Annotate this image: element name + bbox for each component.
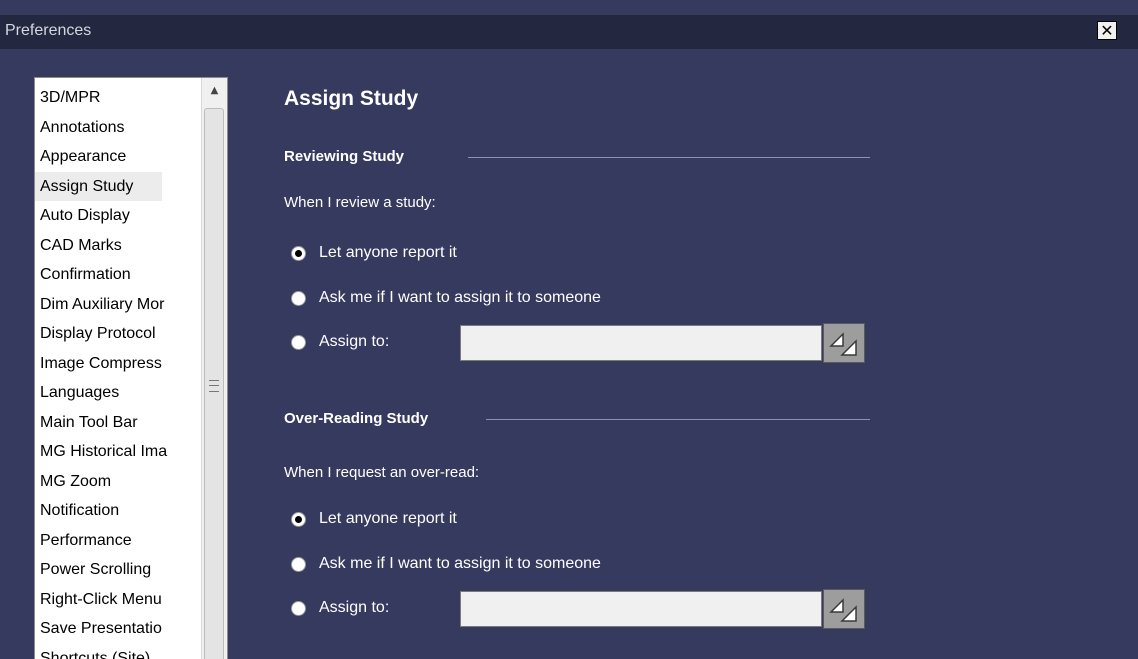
overreading-assign-input[interactable] <box>460 591 822 627</box>
category-item[interactable]: Image Compress <box>35 349 201 379</box>
section-divider <box>468 157 870 158</box>
radio-button[interactable] <box>291 246 306 261</box>
category-scrollbar[interactable]: ▲ <box>201 78 227 659</box>
category-item[interactable]: CAD Marks <box>35 231 201 261</box>
scroll-up-icon[interactable]: ▲ <box>202 78 227 104</box>
category-item[interactable]: Main Tool Bar <box>35 408 201 438</box>
category-item[interactable]: MG Historical Ima <box>35 437 201 467</box>
title-bar: Preferences ✕ <box>0 15 1138 49</box>
scroll-thumb[interactable] <box>204 108 224 659</box>
category-item[interactable]: Save Presentatio <box>35 614 201 644</box>
category-item[interactable]: Notification <box>35 496 201 526</box>
category-item[interactable]: Auto Display <box>35 201 201 231</box>
category-items: 3D/MPR Annotations Appearance Assign Study A… <box>35 83 201 659</box>
overreading-user-picker-button[interactable] <box>823 589 865 629</box>
category-item[interactable]: Performance <box>35 526 201 556</box>
page-title: Assign Study <box>284 87 419 110</box>
radio-button[interactable] <box>291 291 306 306</box>
category-item[interactable]: Languages <box>35 378 201 408</box>
section-heading-reviewing: Reviewing Study <box>284 148 405 165</box>
radio-label: Assign to: <box>319 333 390 350</box>
user-picker-icon <box>829 332 857 356</box>
reviewing-user-picker-button[interactable] <box>823 323 865 363</box>
category-item[interactable]: Right-Click Menu <box>35 585 201 615</box>
preferences-window: Preferences ✕ 3D/MPR Annotations Appearanc… <box>0 0 1138 659</box>
radio-label: Let anyone report it <box>319 510 457 527</box>
grip-icon <box>209 380 219 392</box>
category-item[interactable]: MG Zoom <box>35 467 201 497</box>
section-heading-overreading: Over-Reading Study <box>284 410 429 427</box>
category-item[interactable]: Shortcuts (Site) <box>35 644 201 659</box>
category-item[interactable]: Power Scrolling <box>35 555 201 585</box>
category-item[interactable]: Assign Study <box>35 171 162 201</box>
radio-button[interactable] <box>291 557 306 572</box>
radio-button[interactable] <box>291 512 306 527</box>
category-item[interactable]: Annotations <box>35 113 201 143</box>
category-item[interactable]: Confirmation <box>35 260 201 290</box>
radio-label: Assign to: <box>319 599 390 616</box>
window-title: Preferences <box>5 22 92 39</box>
category-item[interactable]: Dim Auxiliary Mor <box>35 290 201 320</box>
user-picker-icon <box>829 598 857 622</box>
radio-button[interactable] <box>291 335 306 350</box>
preferences-category-list[interactable]: 3D/MPR Annotations Appearance Assign Study A… <box>34 77 228 659</box>
category-item[interactable]: 3D/MPR <box>35 83 201 113</box>
radio-label: Ask me if I want to assign it to someone <box>319 289 601 306</box>
section-divider <box>486 419 870 420</box>
overreading-prompt: When I request an over-read: <box>284 464 480 481</box>
category-item[interactable]: Display Protocol <box>35 319 201 349</box>
close-icon: ✕ <box>1100 21 1114 40</box>
radio-button[interactable] <box>291 601 306 616</box>
radio-label: Ask me if I want to assign it to someone <box>319 555 601 572</box>
radio-label: Let anyone report it <box>319 244 457 261</box>
category-item[interactable]: Appearance <box>35 142 201 172</box>
close-button[interactable]: ✕ <box>1097 21 1117 40</box>
reviewing-assign-input[interactable] <box>460 325 822 361</box>
reviewing-prompt: When I review a study: <box>284 194 436 211</box>
